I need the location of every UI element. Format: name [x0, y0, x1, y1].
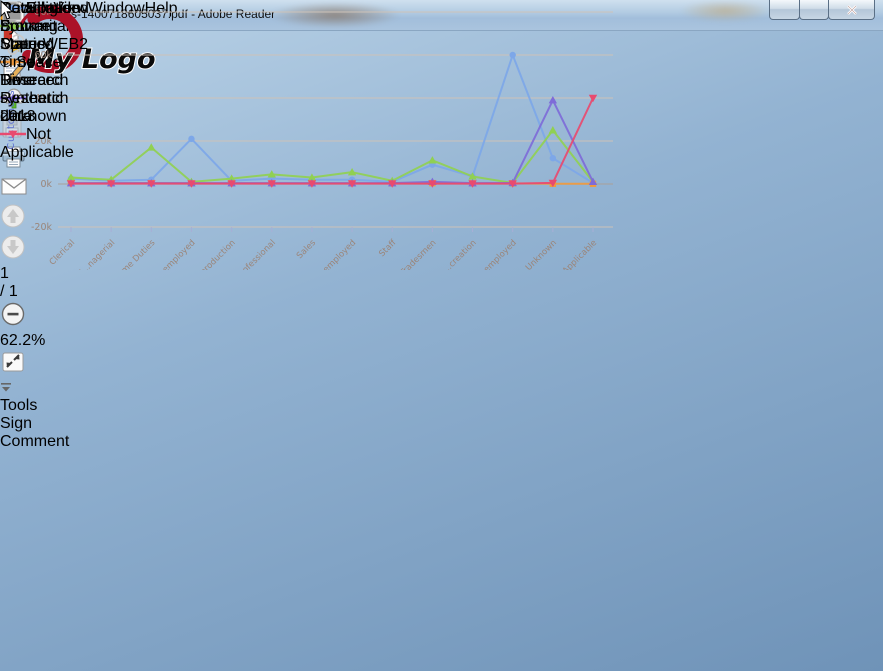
zoom-level-input[interactable]: 62.2%	[0, 332, 69, 350]
legend-marker-icon	[0, 130, 26, 139]
xtick-label: Clerical	[48, 238, 77, 267]
sign-button[interactable]: Sign	[0, 415, 69, 433]
xtick-label: Unemployed	[474, 238, 519, 270]
ytick-label: -20k	[31, 222, 53, 233]
comment-button[interactable]: Comment	[0, 433, 69, 451]
xtick-label: Tradesmen	[398, 238, 439, 270]
page-total-label: / 1	[0, 283, 18, 300]
xtick-label: Professional	[235, 238, 278, 270]
fit-window-icon	[2, 352, 24, 372]
glass-smudge	[680, 0, 770, 22]
data-marker	[548, 95, 558, 104]
xtick-label: Staff	[377, 237, 399, 259]
xtick-label: Sales	[295, 238, 318, 261]
zoom-out-button[interactable]	[0, 301, 69, 332]
minimize-button[interactable]	[769, 0, 800, 20]
data-marker	[428, 156, 437, 164]
xtick-label: Unknown	[524, 238, 559, 270]
data-marker	[549, 155, 557, 162]
close-button[interactable]	[828, 0, 875, 20]
mouse-cursor	[0, 0, 14, 20]
series-line-single	[70, 54, 594, 184]
ytick-label: 0k	[40, 179, 52, 190]
zoom-out-icon	[1, 302, 25, 326]
tools-button[interactable]: Tools	[0, 397, 69, 415]
legend-item-not-applicable: Not Applicable	[0, 126, 74, 162]
toolbar-more-button[interactable]	[0, 379, 20, 397]
xtick-label: Home Duties	[111, 238, 157, 270]
fit-window-button[interactable]	[0, 350, 69, 379]
data-marker	[147, 143, 156, 151]
series-line-unknown	[71, 99, 594, 185]
series-line-married	[70, 129, 594, 184]
maximize-button[interactable]	[799, 0, 829, 20]
data-marker	[509, 51, 516, 59]
close-icon	[846, 4, 857, 15]
chart-svg: 80k60k40k20k0k-20kClericalExecuti...nage…	[6, 7, 613, 270]
data-marker	[548, 126, 558, 134]
desktop: { "window": { "title": "str-charts-14007…	[0, 0, 883, 671]
toolbar-more-icon	[1, 383, 11, 392]
data-marker	[188, 135, 195, 143]
